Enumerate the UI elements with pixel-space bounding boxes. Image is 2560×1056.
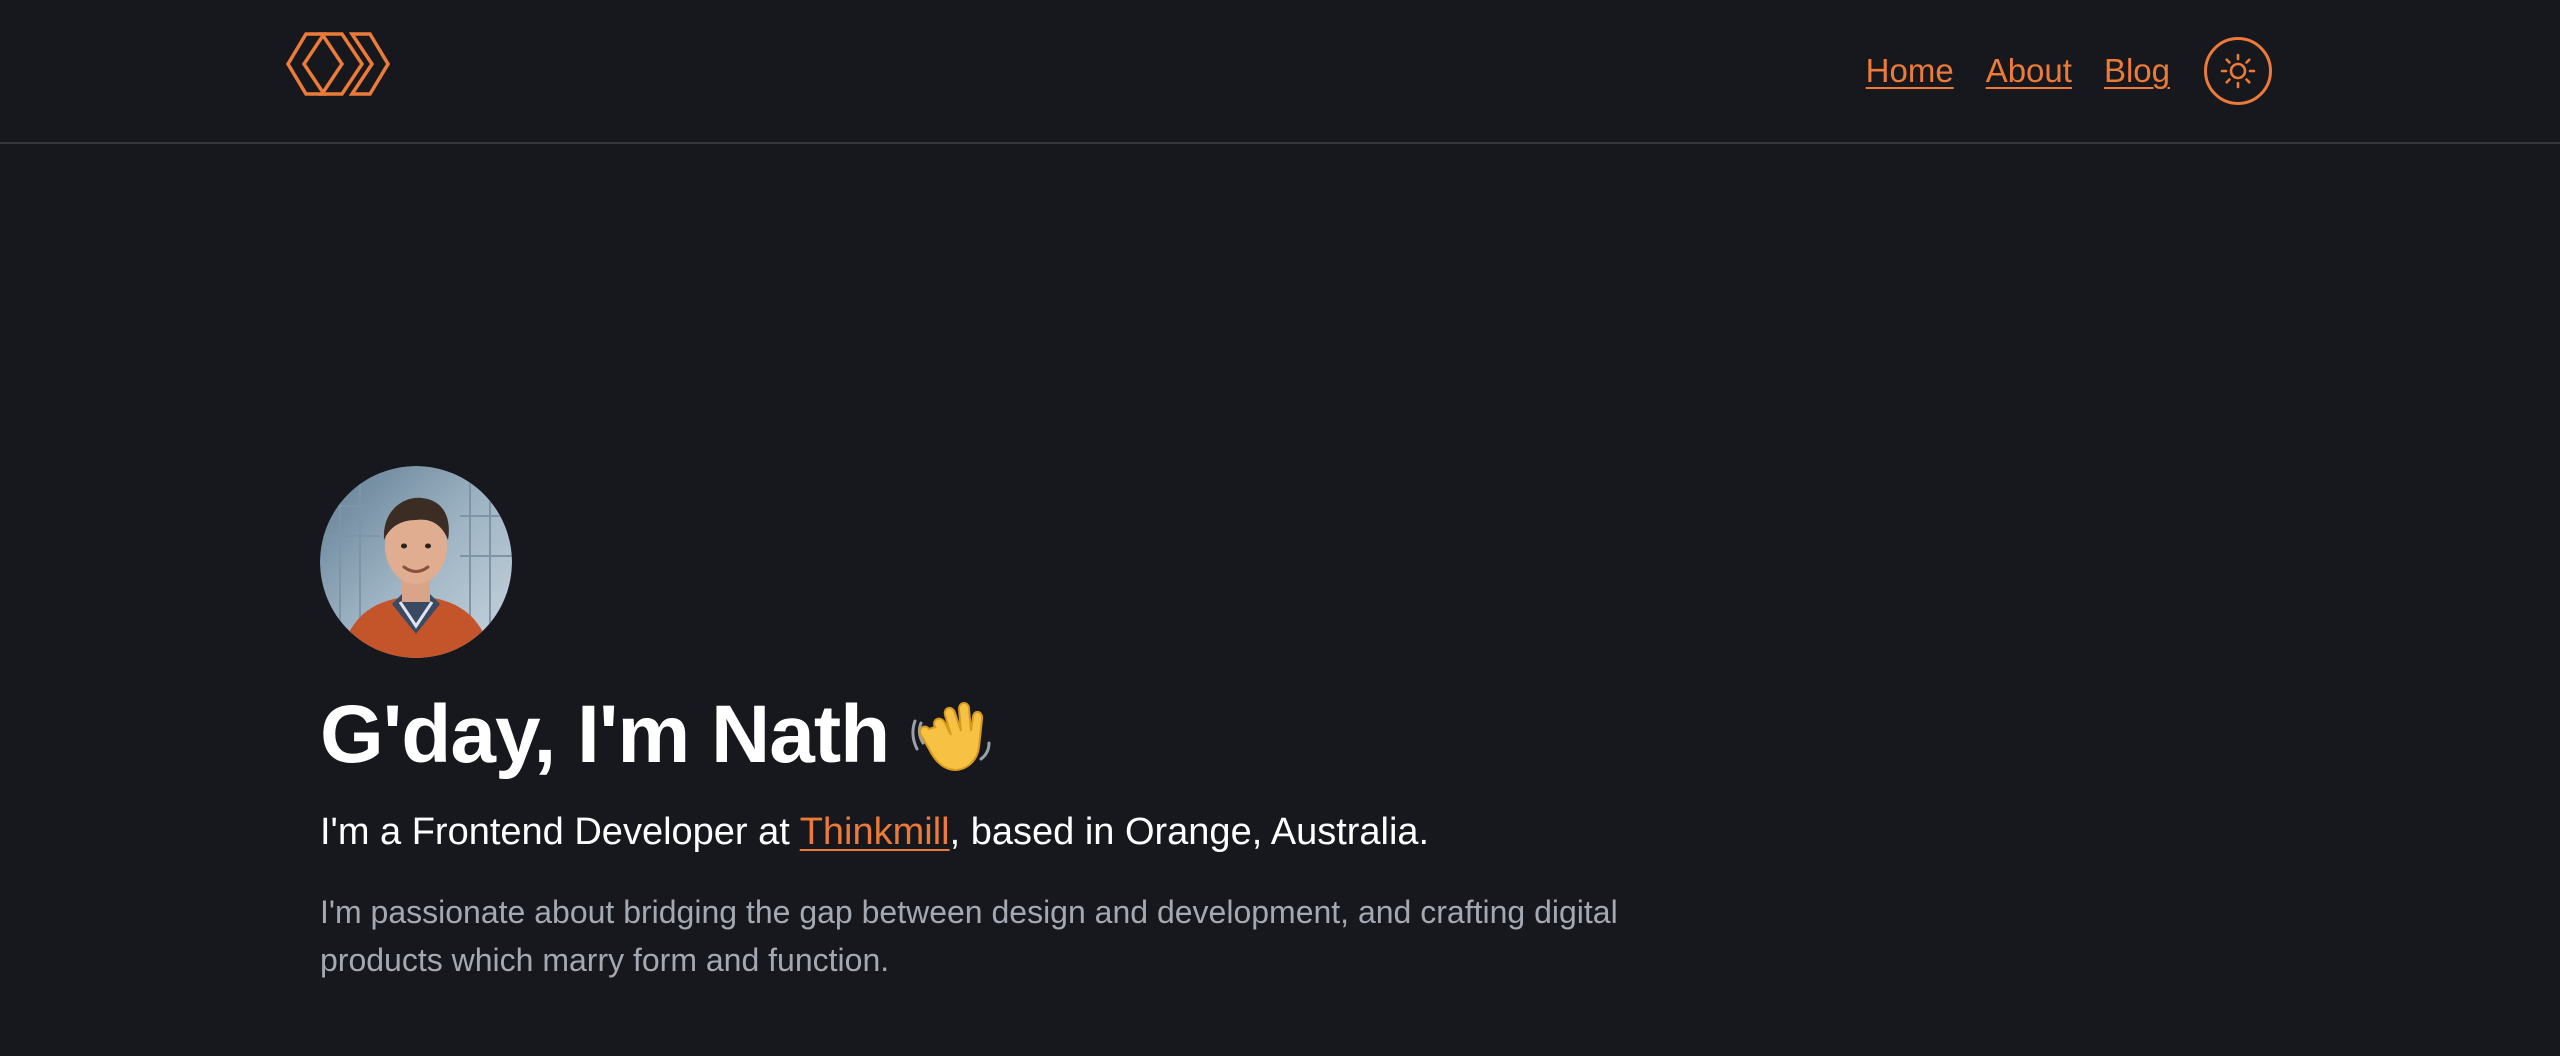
title-text: G'day, I'm Nath <box>320 689 890 780</box>
subtitle-prefix: I'm a Frontend Developer at <box>320 811 800 854</box>
nav-link-about[interactable]: About <box>1986 52 2072 90</box>
intro-subtitle: I'm a Frontend Developer at Thinkmill, b… <box>320 808 1720 857</box>
intro-description: I'm passionate about bridging the gap be… <box>320 893 1618 978</box>
avatar <box>320 466 512 658</box>
nav-link-home[interactable]: Home <box>1866 52 1954 90</box>
page-title: G'day, I'm Nath <box>320 688 1720 782</box>
main-nav: Home About Blog <box>1866 34 2272 108</box>
sun-icon <box>2220 53 2256 89</box>
site-header: Home About Blog <box>0 0 2560 144</box>
thinkmill-link[interactable]: Thinkmill <box>800 811 950 853</box>
chevron-logo-icon[interactable] <box>286 30 390 98</box>
hero-section: G'day, I'm Nath I'm a Frontend Developer… <box>320 466 1720 984</box>
nav-link-blog[interactable]: Blog <box>2104 52 2170 90</box>
subtitle-suffix: , based in Orange, Australia. <box>949 811 1430 854</box>
theme-toggle-button[interactable] <box>2204 37 2272 105</box>
waving-hand-icon <box>911 702 991 771</box>
